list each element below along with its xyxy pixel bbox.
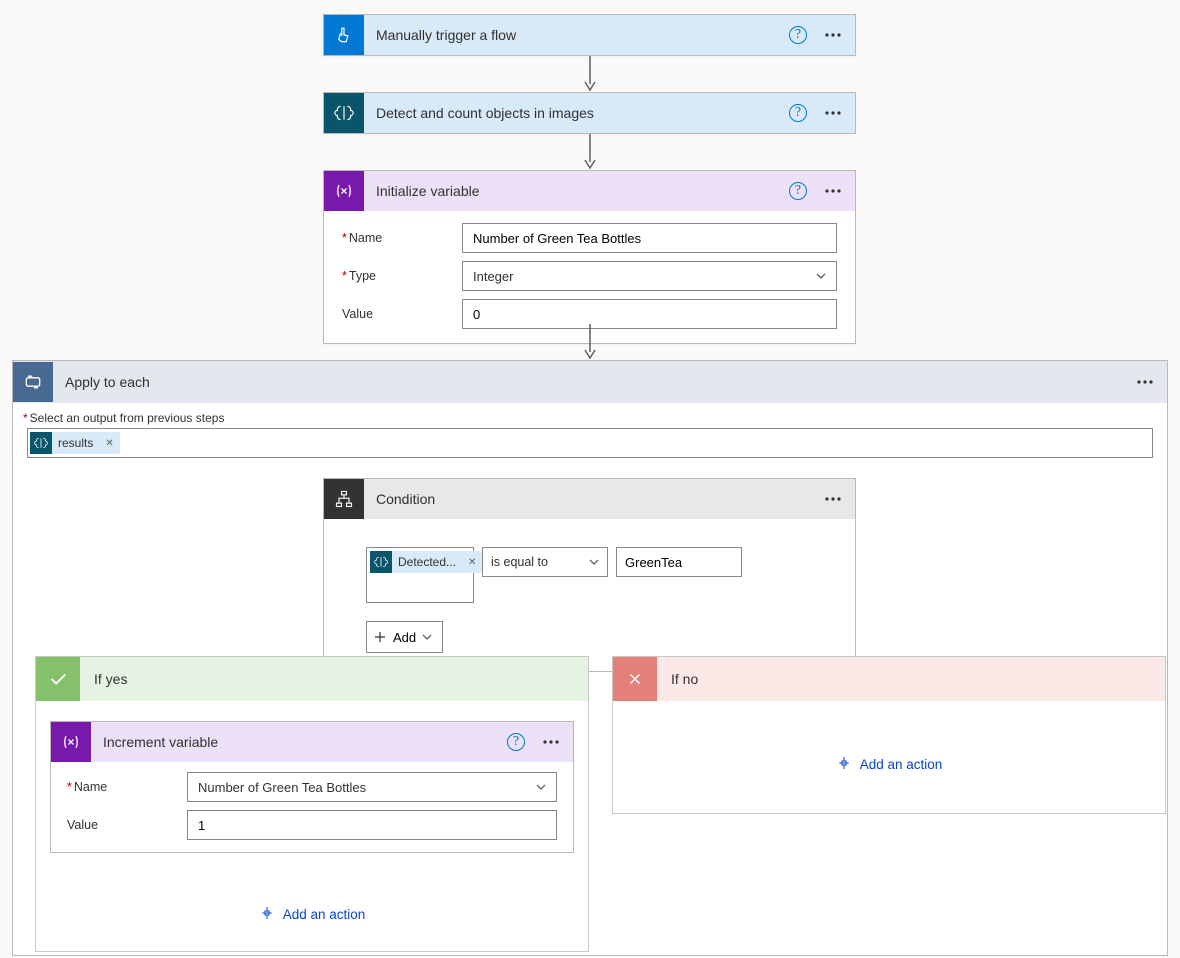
increment-variable-card[interactable]: Increment variable ? *Name Number of Gre…	[50, 721, 574, 853]
value-input[interactable]	[187, 810, 557, 840]
more-icon[interactable]	[817, 483, 849, 515]
pointer-icon	[324, 15, 364, 55]
close-icon	[613, 657, 657, 701]
help-icon[interactable]: ?	[789, 26, 807, 44]
more-icon[interactable]	[817, 97, 849, 129]
detected-token[interactable]: Detected... ✕	[370, 551, 482, 573]
if-no-branch: If no Add an action	[612, 656, 1166, 814]
select-output-label: *Select an output from previous steps	[23, 411, 1167, 425]
init-variable-title: Initialize variable	[364, 183, 789, 199]
if-yes-title: If yes	[94, 671, 127, 687]
condition-card: Condition Detected... ✕	[323, 478, 856, 672]
more-icon[interactable]	[1129, 366, 1161, 398]
condition-header[interactable]: Condition	[324, 479, 855, 519]
arrow-down-icon	[582, 324, 598, 360]
if-no-header[interactable]: If no	[613, 657, 1165, 701]
trigger-card[interactable]: Manually trigger a flow ?	[323, 14, 856, 56]
if-yes-branch: If yes Increment variable ?	[35, 656, 589, 952]
name-input[interactable]	[462, 223, 837, 253]
if-yes-header[interactable]: If yes	[36, 657, 588, 701]
condition-value-input[interactable]	[616, 547, 742, 577]
loop-icon	[13, 362, 53, 402]
apply-to-each-title: Apply to each	[53, 374, 1129, 390]
brain-icon	[30, 432, 52, 454]
add-action-button[interactable]: Add an action	[50, 905, 574, 924]
help-icon[interactable]: ?	[507, 733, 525, 751]
chevron-down-icon	[422, 632, 432, 642]
if-no-title: If no	[671, 671, 698, 687]
value-input[interactable]	[462, 299, 837, 329]
type-select[interactable]: Integer	[462, 261, 837, 291]
check-icon	[36, 657, 80, 701]
results-token[interactable]: results ✕	[30, 432, 120, 454]
condition-title: Condition	[364, 491, 817, 507]
more-icon[interactable]	[535, 726, 567, 758]
condition-operator-select[interactable]: is equal to	[482, 547, 608, 577]
arrow-down-icon	[582, 134, 598, 170]
name-label: *Name	[67, 780, 187, 794]
name-label: *Name	[342, 231, 462, 245]
plus-icon	[373, 630, 387, 644]
aibuilder-card[interactable]: Detect and count objects in images ?	[323, 92, 856, 134]
help-icon[interactable]: ?	[789, 104, 807, 122]
remove-token-icon[interactable]: ✕	[99, 438, 119, 449]
apply-to-each-header[interactable]: Apply to each	[13, 361, 1167, 403]
brain-icon	[370, 551, 392, 573]
condition-left-input[interactable]: Detected... ✕	[366, 547, 474, 603]
remove-token-icon[interactable]: ✕	[462, 557, 482, 568]
insert-step-icon	[836, 755, 852, 774]
trigger-title: Manually trigger a flow	[364, 27, 789, 43]
arrow-down-icon	[582, 56, 598, 92]
value-label: Value	[342, 307, 462, 321]
variable-icon	[51, 722, 91, 762]
add-action-button[interactable]: Add an action	[627, 755, 1151, 774]
help-icon[interactable]: ?	[789, 182, 807, 200]
type-label: *Type	[342, 269, 462, 283]
variable-icon	[324, 171, 364, 211]
init-variable-card[interactable]: Initialize variable ? *Name *Type Intege…	[323, 170, 856, 344]
increment-variable-title: Increment variable	[91, 734, 507, 750]
add-condition-button[interactable]: Add	[366, 621, 443, 653]
insert-step-icon	[259, 905, 275, 924]
more-icon[interactable]	[817, 175, 849, 207]
select-output-input[interactable]: results ✕	[27, 428, 1153, 458]
name-select[interactable]: Number of Green Tea Bottles	[187, 772, 557, 802]
aibuilder-title: Detect and count objects in images	[364, 105, 789, 121]
more-icon[interactable]	[817, 19, 849, 51]
condition-icon	[324, 479, 364, 519]
value-label: Value	[67, 818, 187, 832]
brain-icon	[324, 93, 364, 133]
